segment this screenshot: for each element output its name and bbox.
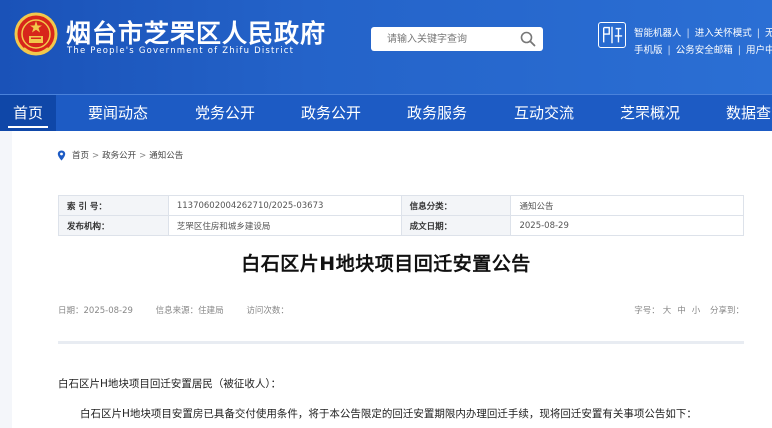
official-mailbox-link[interactable]: 公务安全邮箱 [676, 45, 733, 56]
share-label[interactable]: 分享到： [710, 306, 744, 316]
article-info-bar: 日期：2025-08-29 信息来源：住建局 访问次数： 字号：大中小 分享到： [58, 304, 744, 316]
nav-item-data[interactable]: 数据查 [726, 95, 771, 132]
date-label: 成文日期： [400, 215, 512, 236]
user-center-link[interactable]: 用户中 [746, 45, 772, 56]
site-header: 烟台市芝罘区人民政府 The People's Government of Zh… [0, 0, 772, 94]
nav-item-gov-services[interactable]: 政务服务 [407, 95, 467, 132]
separator: | [737, 45, 741, 56]
quick-links-row2: 手机版 | 公务安全邮箱 | 用户中 [634, 42, 772, 56]
mobile-version-link[interactable]: 手机版 [634, 45, 663, 56]
separator: | [686, 28, 690, 39]
article-title: 白石区片H地块项目回迁安置公告 [241, 253, 531, 275]
article-paragraph: 白石区片H地块项目回迁安置居民（被征收人）： [58, 378, 282, 390]
breadcrumb-separator: > [139, 151, 147, 161]
search-icon[interactable] [519, 30, 537, 48]
separator: | [756, 28, 760, 39]
nav-item-gov-disclosure[interactable]: 政务公开 [301, 95, 361, 132]
search-input[interactable] [371, 27, 511, 51]
search-box [371, 27, 543, 51]
accessibility-link[interactable]: 无障 [765, 28, 772, 39]
table-row: 发布机构： 芝罘区住房和城乡建设局 成文日期： 2025-08-29 [58, 215, 744, 236]
nav-item-news[interactable]: 要闻动态 [88, 95, 148, 132]
location-pin-icon [57, 150, 66, 161]
category-value: 通知公告 [510, 195, 744, 216]
date-value: 2025-08-29 [510, 215, 744, 236]
breadcrumb-separator: > [92, 151, 100, 161]
quick-links-row1: 智能机器人 | 进入关怀模式 | 无障 [634, 25, 772, 39]
site-title[interactable]: 烟台市芝罘区人民政府 [66, 14, 326, 50]
table-row: 索 引 号： 11370602004262710/2025-03673 信息分类… [58, 195, 744, 216]
separator: | [667, 45, 671, 56]
divider [58, 341, 744, 344]
article-date: 日期：2025-08-29 [58, 306, 133, 316]
nav-item-overview[interactable]: 芝罘概况 [620, 95, 680, 132]
article-tools: 字号：大中小 分享到： [634, 304, 744, 316]
site-subtitle: The People's Government of Zhifu Distric… [67, 46, 295, 56]
smart-robot-link[interactable]: 智能机器人 [634, 28, 682, 39]
font-size-medium-button[interactable]: 中 [677, 306, 686, 316]
font-size-large-button[interactable]: 大 [663, 306, 672, 316]
national-emblem-icon[interactable] [14, 12, 58, 58]
breadcrumb-notices[interactable]: 通知公告 [149, 151, 183, 161]
index-value: 11370602004262710/2025-03673 [167, 195, 402, 216]
care-mode-link[interactable]: 进入关怀模式 [695, 28, 752, 39]
font-size-label: 字号： [634, 306, 660, 316]
main-nav: 首页 要闻动态 党务公开 政务公开 政务服务 互动交流 芝罘概况 数据查 [0, 94, 772, 132]
breadcrumb: 首页 > 政务公开 > 通知公告 [57, 149, 183, 161]
publisher-label: 发布机构： [58, 215, 169, 236]
article-paragraph: 白石区片H地块项目安置房已具备交付使用条件，将于本公告限定的回迁安置期限内办理回… [80, 408, 697, 420]
metadata-table: 索 引 号： 11370602004262710/2025-03673 信息分类… [58, 195, 744, 236]
nav-item-interaction[interactable]: 互动交流 [514, 95, 574, 132]
zhifu-brand-logo-icon[interactable] [598, 22, 626, 48]
nav-item-party-affairs[interactable]: 党务公开 [195, 95, 255, 132]
breadcrumb-gov-disclosure[interactable]: 政务公开 [102, 151, 136, 161]
article-visits: 访问次数： [246, 306, 289, 316]
category-label: 信息分类： [400, 195, 512, 216]
article-source: 信息来源：住建局 [155, 306, 224, 316]
publisher-value: 芝罘区住房和城乡建设局 [167, 215, 402, 236]
index-label: 索 引 号： [58, 195, 169, 216]
font-size-small-button[interactable]: 小 [692, 306, 701, 316]
breadcrumb-home[interactable]: 首页 [72, 151, 89, 161]
nav-item-home[interactable]: 首页 [0, 95, 56, 132]
